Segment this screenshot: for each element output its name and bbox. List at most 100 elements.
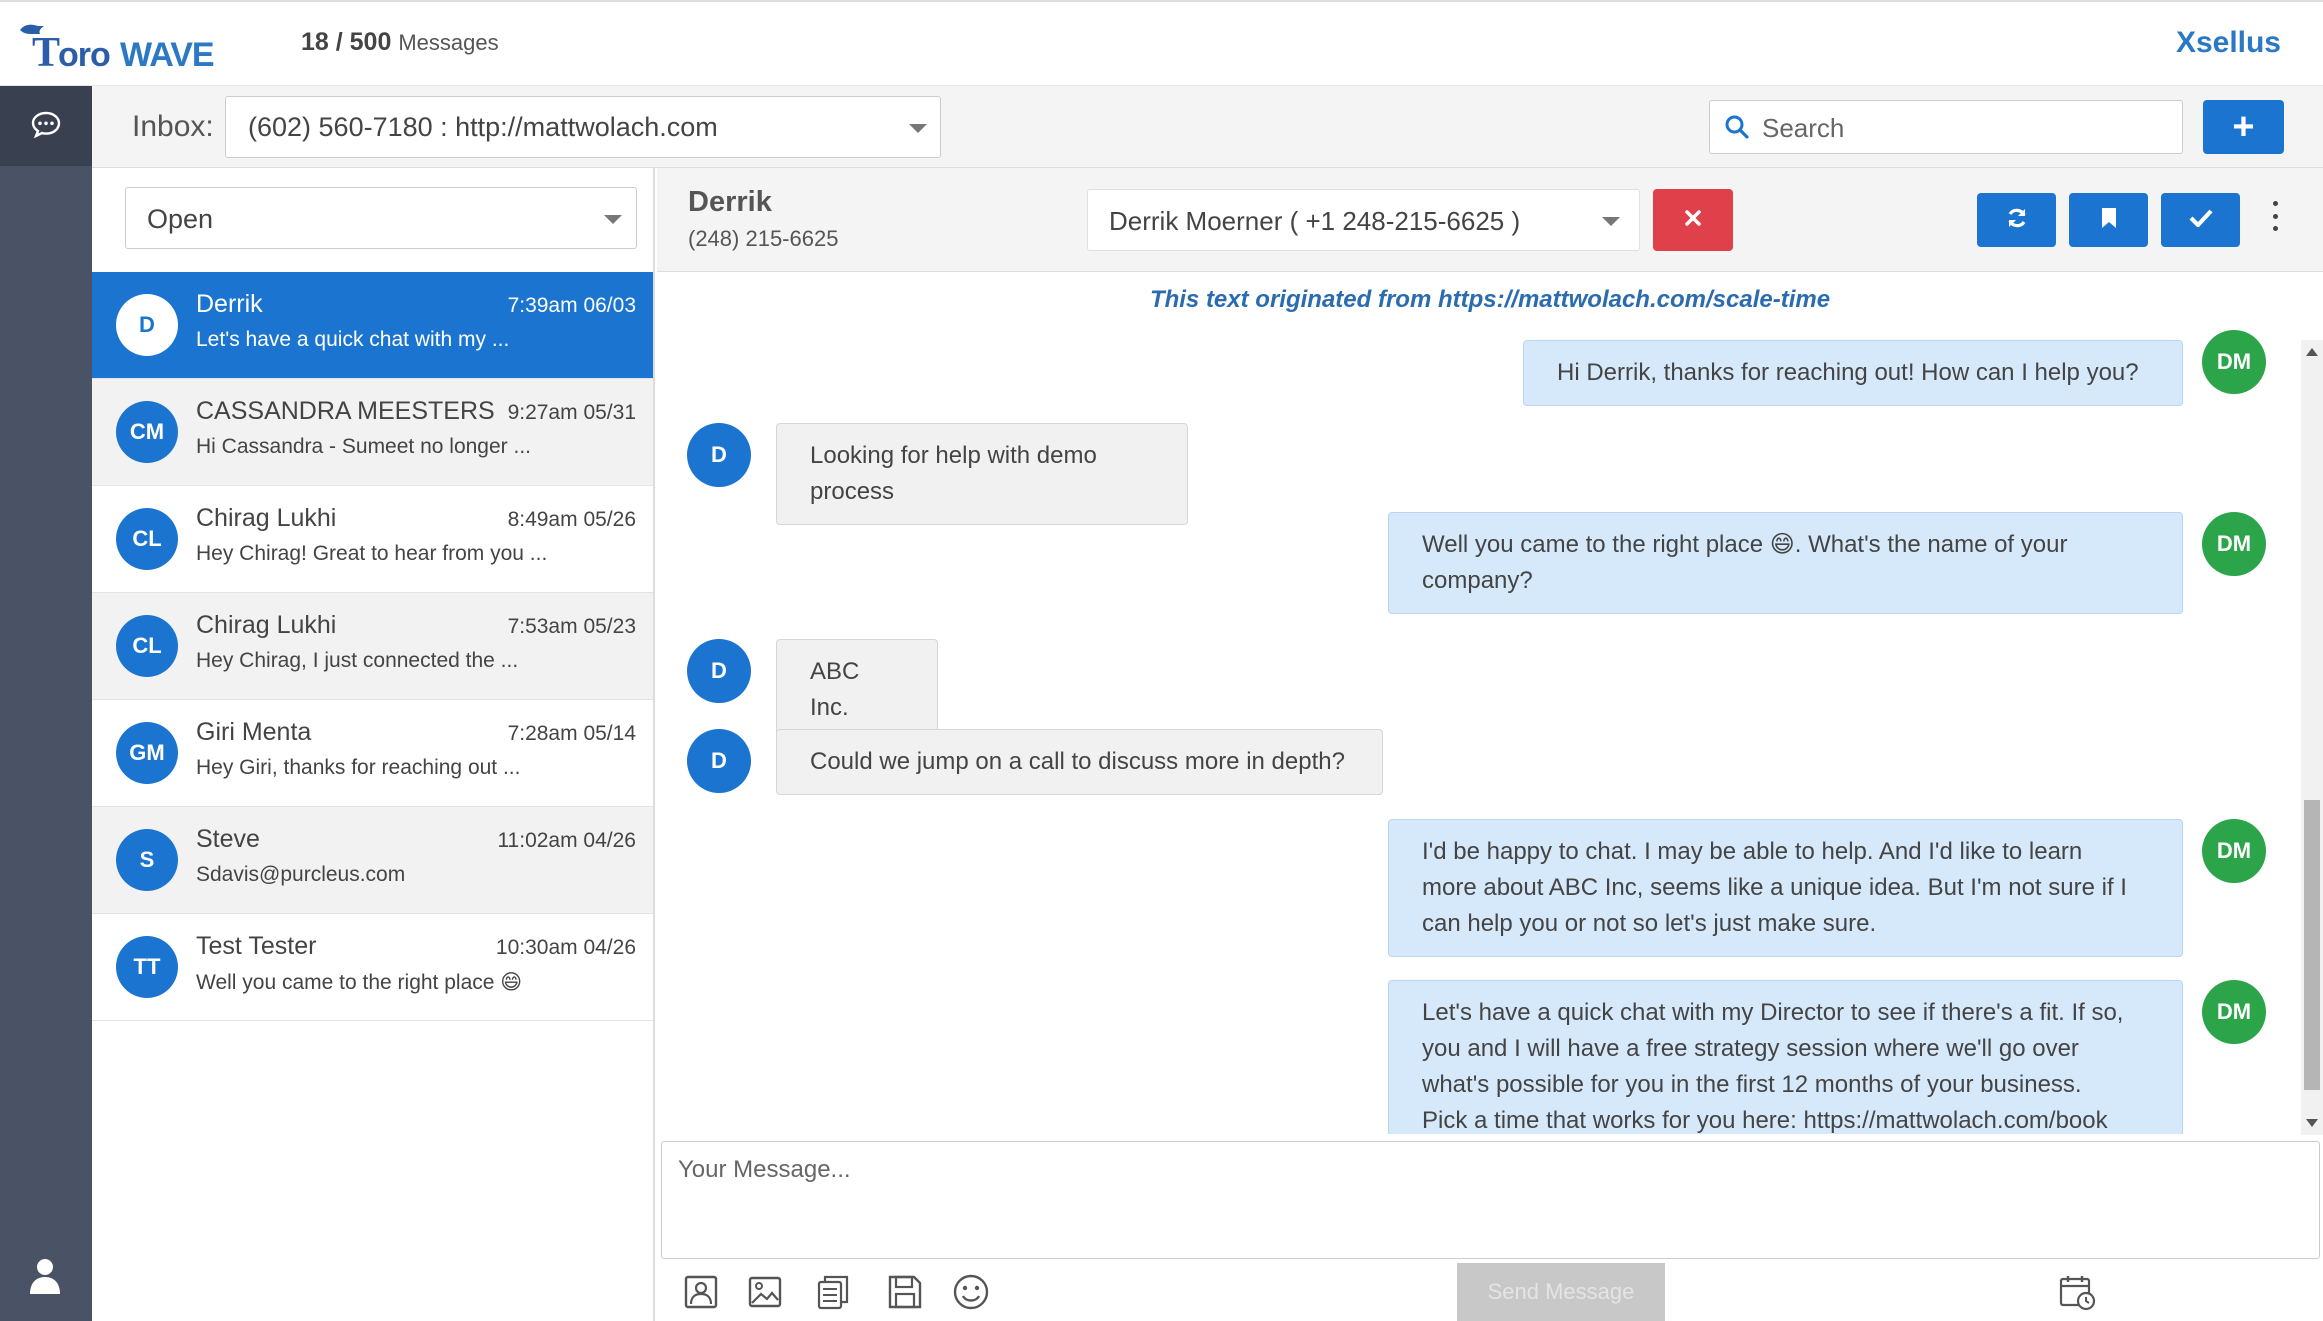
message-input[interactable]: Your Message... [661, 1141, 2320, 1259]
message-text-line: you and I will have a free strategy sess… [1422, 1035, 2079, 1062]
calendar-clock-icon [2058, 1273, 2096, 1316]
check-icon [2189, 208, 2213, 233]
scroll-up-icon[interactable] [2306, 348, 2318, 356]
avatar: D [116, 294, 178, 356]
chevron-down-icon [604, 215, 622, 224]
avatar: CM [116, 401, 178, 463]
message-text-line: I'd be happy to chat. I may be able to h… [1422, 838, 2083, 865]
message-count-label: Messages [398, 30, 499, 55]
search-icon [1724, 114, 1750, 145]
inbox-select-value: (602) 560-7180 : http://mattwolach.com [248, 112, 718, 142]
left-nav [0, 86, 92, 1321]
floppy-disk-icon [887, 1274, 923, 1315]
schedule-message-button[interactable] [2055, 1272, 2099, 1316]
insert-image-button[interactable] [743, 1272, 787, 1316]
close-conversation-button[interactable] [1653, 189, 1733, 251]
message-bubble-outgoing: I'd be happy to chat. I may be able to h… [1388, 819, 2183, 957]
emoji-button[interactable] [949, 1272, 993, 1316]
conversation-time: 7:39am 06/03 [507, 294, 636, 317]
svg-text:T: T [32, 30, 60, 72]
svg-text:WAVE: WAVE [120, 36, 214, 72]
bookmark-button[interactable] [2069, 193, 2148, 247]
image-icon [747, 1274, 783, 1315]
message-text-line: Let's have a quick chat with my Director… [1422, 999, 2124, 1026]
top-bar: T oro WAVE 18 / 500 Messages Xsellus [0, 0, 2323, 86]
user-icon [29, 1257, 61, 1300]
message-text-line: company? [1422, 567, 1533, 594]
conversation-name: Chirag Lukhi [196, 504, 337, 532]
conversation-time: 7:28am 05/14 [507, 722, 636, 745]
avatar: DM [2202, 980, 2266, 1044]
chat-bubble-icon [31, 110, 61, 143]
conversation-name: CASSANDRA MEESTERS [196, 397, 495, 425]
avatar: D [687, 729, 751, 793]
chat-header: Derrik (248) 215-6625 Derrik Moerner ( +… [657, 168, 2323, 272]
contact-card-icon [683, 1274, 719, 1315]
message-scrollbar[interactable] [2301, 340, 2323, 1135]
conversation-item[interactable]: CM CASSANDRA MEESTERS 9:27am 05/31 Hi Ca… [92, 379, 653, 486]
message-bubble-incoming: Could we jump on a call to discuss more … [776, 729, 1383, 795]
conversation-preview: Well you came to the right place 😄 [196, 971, 523, 994]
conversation-item[interactable]: CL Chirag Lukhi 7:53am 05/23 Hey Chirag,… [92, 593, 653, 700]
send-message-button[interactable]: Send Message [1457, 1263, 1665, 1321]
nav-messages-button[interactable] [0, 86, 92, 166]
avatar: GM [116, 722, 178, 784]
status-filter-select[interactable]: Open [125, 187, 637, 249]
bookmark-icon [2101, 207, 2117, 234]
conversation-preview: Hey Chirag! Great to hear from you ... [196, 542, 548, 565]
avatar: CL [116, 615, 178, 677]
contact-select-value: Derrik Moerner ( +1 248-215-6625 ) [1109, 206, 1521, 236]
conversation-name: Derrik [196, 290, 263, 318]
avatar: DM [2202, 512, 2266, 576]
avatar: DM [2202, 819, 2266, 883]
more-options-icon[interactable] [2269, 201, 2281, 231]
avatar: D [687, 639, 751, 703]
message-text: Could we jump on a call to discuss more … [810, 748, 1345, 775]
scrollbar-thumb[interactable] [2304, 800, 2320, 1090]
user-profile-button[interactable] [22, 1255, 68, 1301]
message-text: Looking for help with demo process [810, 442, 1097, 505]
conversation-list-pane: Open D Derrik 7:39am 06/03 Let's have a … [92, 168, 655, 1321]
message-text: Hi Derrik, thanks for reaching out! How … [1557, 359, 2139, 386]
message-bubble-outgoing: Let's have a quick chat with my Director… [1388, 980, 2183, 1134]
message-count-value: 18 / 500 [301, 28, 392, 56]
message-thread: Hi Derrik, thanks for reaching out! How … [657, 322, 2301, 1134]
conversation-item[interactable]: S Steve 11:02am 04/26 Sdavis@purcleus.co… [92, 807, 653, 914]
conversation-name: Chirag Lukhi [196, 611, 337, 639]
message-input-placeholder: Your Message... [678, 1156, 851, 1183]
message-bubble-incoming: ABC Inc. [776, 639, 938, 741]
conversation-list: D Derrik 7:39am 06/03 Let's have a quick… [92, 272, 653, 1021]
conversation-item[interactable]: CL Chirag Lukhi 8:49am 05/26 Hey Chirag!… [92, 486, 653, 593]
origin-note: This text originated from https://mattwo… [1149, 286, 1831, 313]
brand-link[interactable]: Xsellus [2176, 26, 2281, 60]
refresh-button[interactable] [1977, 193, 2056, 247]
conversation-item[interactable]: D Derrik 7:39am 06/03 Let's have a quick… [92, 272, 653, 379]
chevron-down-icon [909, 124, 927, 133]
save-button[interactable] [883, 1272, 927, 1316]
conversation-time: 7:53am 05/23 [507, 615, 636, 638]
message-text-line: Well you came to the right place 😄. What… [1422, 531, 2068, 558]
torowave-logo[interactable]: T oro WAVE [18, 20, 230, 72]
conversation-time: 8:49am 05/26 [507, 508, 636, 531]
close-icon [1684, 209, 1702, 232]
conversation-item[interactable]: TT Test Tester 10:30am 04/26 Well you ca… [92, 914, 653, 1021]
contact-phone: (248) 215-6625 [688, 226, 839, 251]
conversation-preview: Hey Giri, thanks for reaching out ... [196, 756, 521, 779]
insert-contact-button[interactable] [679, 1272, 723, 1316]
contact-select[interactable]: Derrik Moerner ( +1 248-215-6625 ) [1087, 189, 1640, 251]
conversation-name: Giri Menta [196, 718, 312, 746]
resolve-button[interactable] [2161, 193, 2240, 247]
search-placeholder: Search [1762, 113, 1845, 143]
message-text-line: more about ABC Inc, seems like a unique … [1422, 874, 2127, 901]
avatar: CL [116, 508, 178, 570]
add-button[interactable]: + [2203, 100, 2284, 154]
status-filter-value: Open [147, 204, 214, 234]
search-input[interactable]: Search [1709, 100, 2183, 154]
scroll-down-icon[interactable] [2306, 1119, 2318, 1127]
insert-template-button[interactable] [811, 1272, 855, 1316]
conversation-item[interactable]: GM Giri Menta 7:28am 05/14 Hey Giri, tha… [92, 700, 653, 807]
conversation-name: Test Tester [196, 932, 317, 960]
inbox-select[interactable]: (602) 560-7180 : http://mattwolach.com [225, 96, 941, 158]
avatar: S [116, 829, 178, 891]
inbox-bar: Inbox: (602) 560-7180 : http://mattwolac… [92, 86, 2323, 168]
